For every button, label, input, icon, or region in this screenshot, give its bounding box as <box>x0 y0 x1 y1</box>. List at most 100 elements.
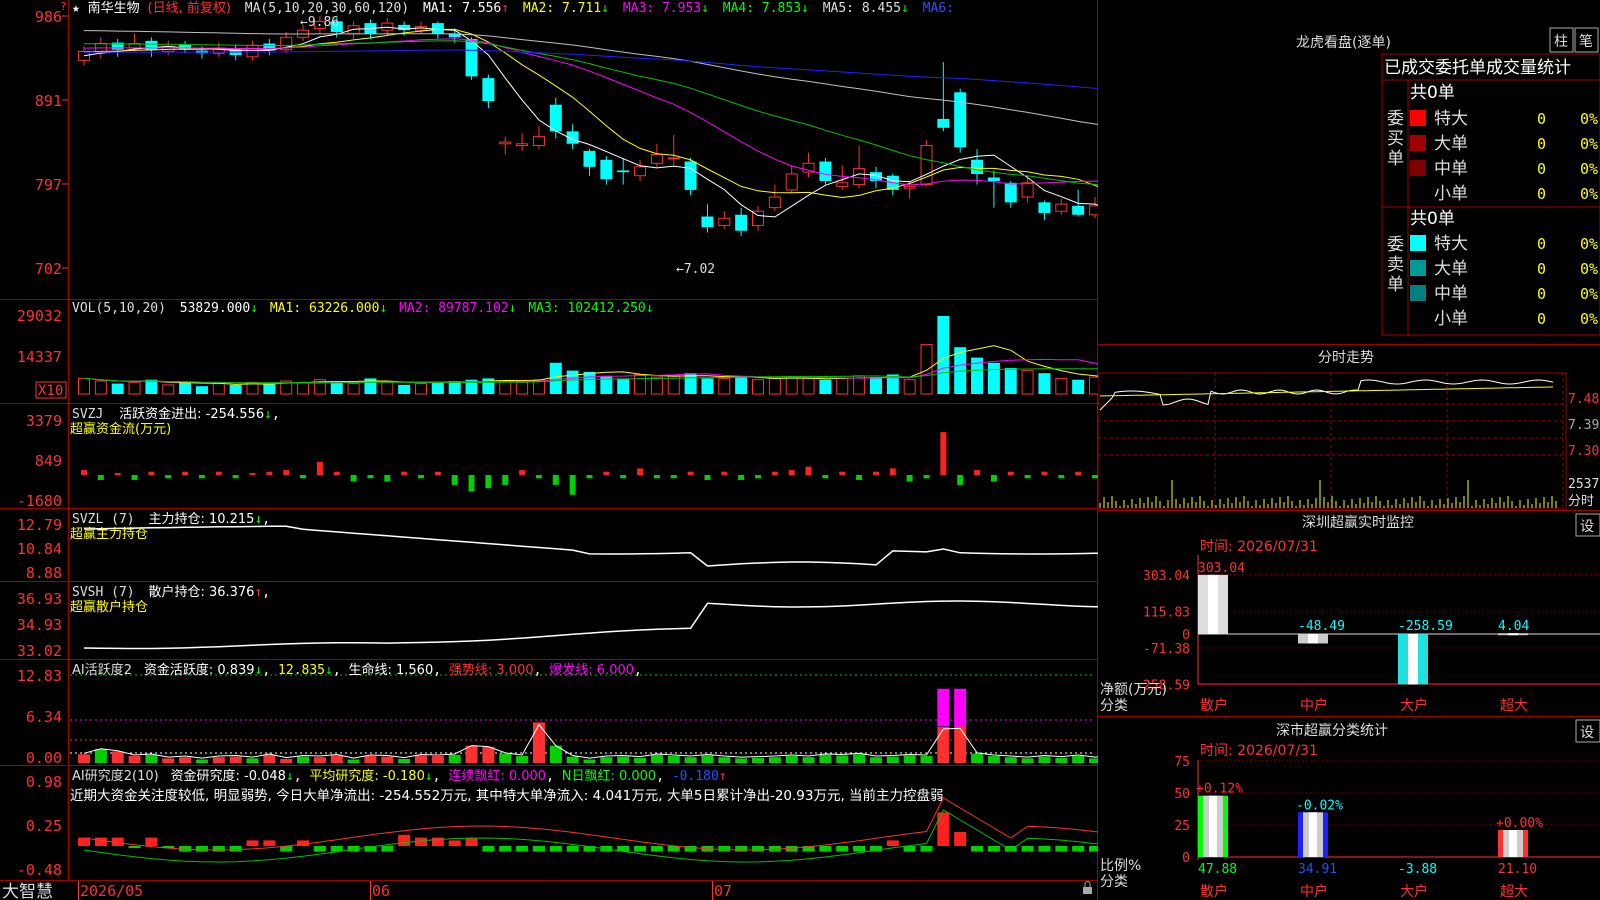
classify-change-label: +0.00% <box>1496 816 1543 831</box>
ai-active-tick-3: 0.00 <box>26 749 62 767</box>
research-bar <box>634 846 647 852</box>
volume-bar <box>297 381 310 395</box>
monitor-category-label: 中户 <box>1300 697 1328 714</box>
volume-bar <box>768 377 781 395</box>
ai-active-tick-1: 12.83 <box>17 667 62 685</box>
flow-bar <box>283 470 290 475</box>
flow-bar <box>131 475 138 480</box>
flow-bar <box>182 471 189 475</box>
svzj-subtitle: 超赢资金流(万元) <box>70 421 171 437</box>
order-count: 0 <box>1537 260 1546 278</box>
flow-bar <box>232 475 239 479</box>
buy-side-label: 委 <box>1387 109 1404 129</box>
activity-bar <box>162 758 175 763</box>
research-bar <box>313 846 326 852</box>
candle-body <box>381 22 394 31</box>
flow-bar <box>434 471 441 475</box>
ma3-value: MA3: 7.953 <box>623 1 701 16</box>
flow-bar <box>165 475 172 479</box>
intraday-avg-line <box>1099 386 1554 397</box>
monitor-value-label: -48.49 <box>1298 619 1345 634</box>
activity-bar <box>263 754 276 763</box>
candle-body <box>903 185 916 189</box>
intraday-title: 分时走势 <box>1318 350 1374 366</box>
order-size-label: 特大 <box>1434 234 1468 254</box>
research-bar <box>516 846 529 852</box>
research-bar <box>987 846 1000 852</box>
order-pct: 0% <box>1580 160 1598 178</box>
legend-swatch <box>1410 160 1426 176</box>
date-label-1: 2026/05 <box>80 882 143 900</box>
activity-bar <box>566 756 579 763</box>
sell-total: 共0单 <box>1410 209 1455 229</box>
expand-icon[interactable]: ? <box>60 0 67 13</box>
research-bar <box>667 846 680 852</box>
order-size-label: 小单 <box>1434 184 1468 204</box>
monitor-value-label: 303.04 <box>1198 561 1245 576</box>
activity-bar <box>516 756 529 763</box>
svzl-subtitle: 超赢主力持仓 <box>70 526 148 542</box>
flow-bar <box>856 475 863 480</box>
main-chart[interactable]: 986 891 797 702 29032 14337 3379 849 -16… <box>0 0 1098 900</box>
monitor-value-label: -258.59 <box>1398 619 1453 634</box>
svzl-line <box>83 525 1098 567</box>
volume-bar <box>549 362 562 394</box>
research-bar <box>836 846 849 852</box>
ma5-value: MA5: 8.455 <box>823 1 901 16</box>
classify-category-label: 散户 <box>1200 883 1228 900</box>
activity-bar <box>128 756 141 763</box>
research-bar <box>499 846 512 852</box>
svzj-tick-1: 3379 <box>26 412 62 430</box>
candle-body <box>499 141 512 145</box>
sell-side-label: 单 <box>1387 275 1404 295</box>
order-pct: 0% <box>1580 135 1598 153</box>
flow-bar <box>603 471 610 475</box>
flow-bar <box>788 470 795 475</box>
volume-bar <box>415 383 427 395</box>
activity-bar <box>499 753 512 763</box>
monitor-category-label: 超大 <box>1500 698 1528 714</box>
order-count: 0 <box>1537 235 1546 253</box>
activity-bar <box>1055 757 1068 763</box>
volume-bar <box>1021 370 1034 395</box>
volume-bar <box>785 376 798 395</box>
activity-bar <box>1072 756 1085 763</box>
flow-bar <box>552 475 559 485</box>
bar-mode-label: 柱 <box>1554 34 1568 50</box>
flow-bar <box>451 475 458 485</box>
order-pct: 0% <box>1580 310 1598 328</box>
activity-bar <box>819 754 832 763</box>
activity-bar <box>718 757 731 763</box>
candle-body <box>1038 202 1051 213</box>
research-bar <box>819 846 832 852</box>
activity-bar <box>111 751 124 763</box>
volume-bar <box>94 380 107 395</box>
classify-category-label: 超大 <box>1500 884 1528 900</box>
classify-cat-label: 分类 <box>1100 874 1128 890</box>
candle-body <box>617 170 630 173</box>
period-label: (日线, 前复权) <box>148 0 231 16</box>
volume-bar <box>566 370 579 394</box>
flow-bar <box>114 473 121 475</box>
flow-bar <box>957 475 964 485</box>
activity-bar <box>1021 758 1034 763</box>
ai-research-header: AI研究度2(10) 资金研究度: -0.048↓, 平均研究度: -0.180… <box>72 768 727 784</box>
intraday-vol-label: 分时 <box>1568 494 1594 509</box>
svsh-tick-2: 34.93 <box>17 616 62 634</box>
intraday-tick-3: 7.30 <box>1568 444 1599 459</box>
research-bar <box>128 846 141 848</box>
monitor-y-tick: -71.38 <box>1143 642 1190 657</box>
date-label-3: 07 <box>714 882 732 900</box>
classify-time: 时间: 2026/07/31 <box>1200 743 1318 759</box>
order-size-label: 中单 <box>1434 159 1468 179</box>
date-label-2: 06 <box>372 882 390 900</box>
flow-bar <box>300 475 307 479</box>
research-bar <box>195 846 208 852</box>
activity-bar <box>145 754 158 763</box>
activity-bar <box>297 756 310 763</box>
volume-bar <box>836 377 849 395</box>
classify-bar-highlight <box>1309 812 1317 857</box>
intraday-tick-1: 7.48 <box>1568 392 1599 407</box>
ma2-value: MA2: 7.711 <box>523 1 601 16</box>
activity-bar <box>212 757 225 763</box>
